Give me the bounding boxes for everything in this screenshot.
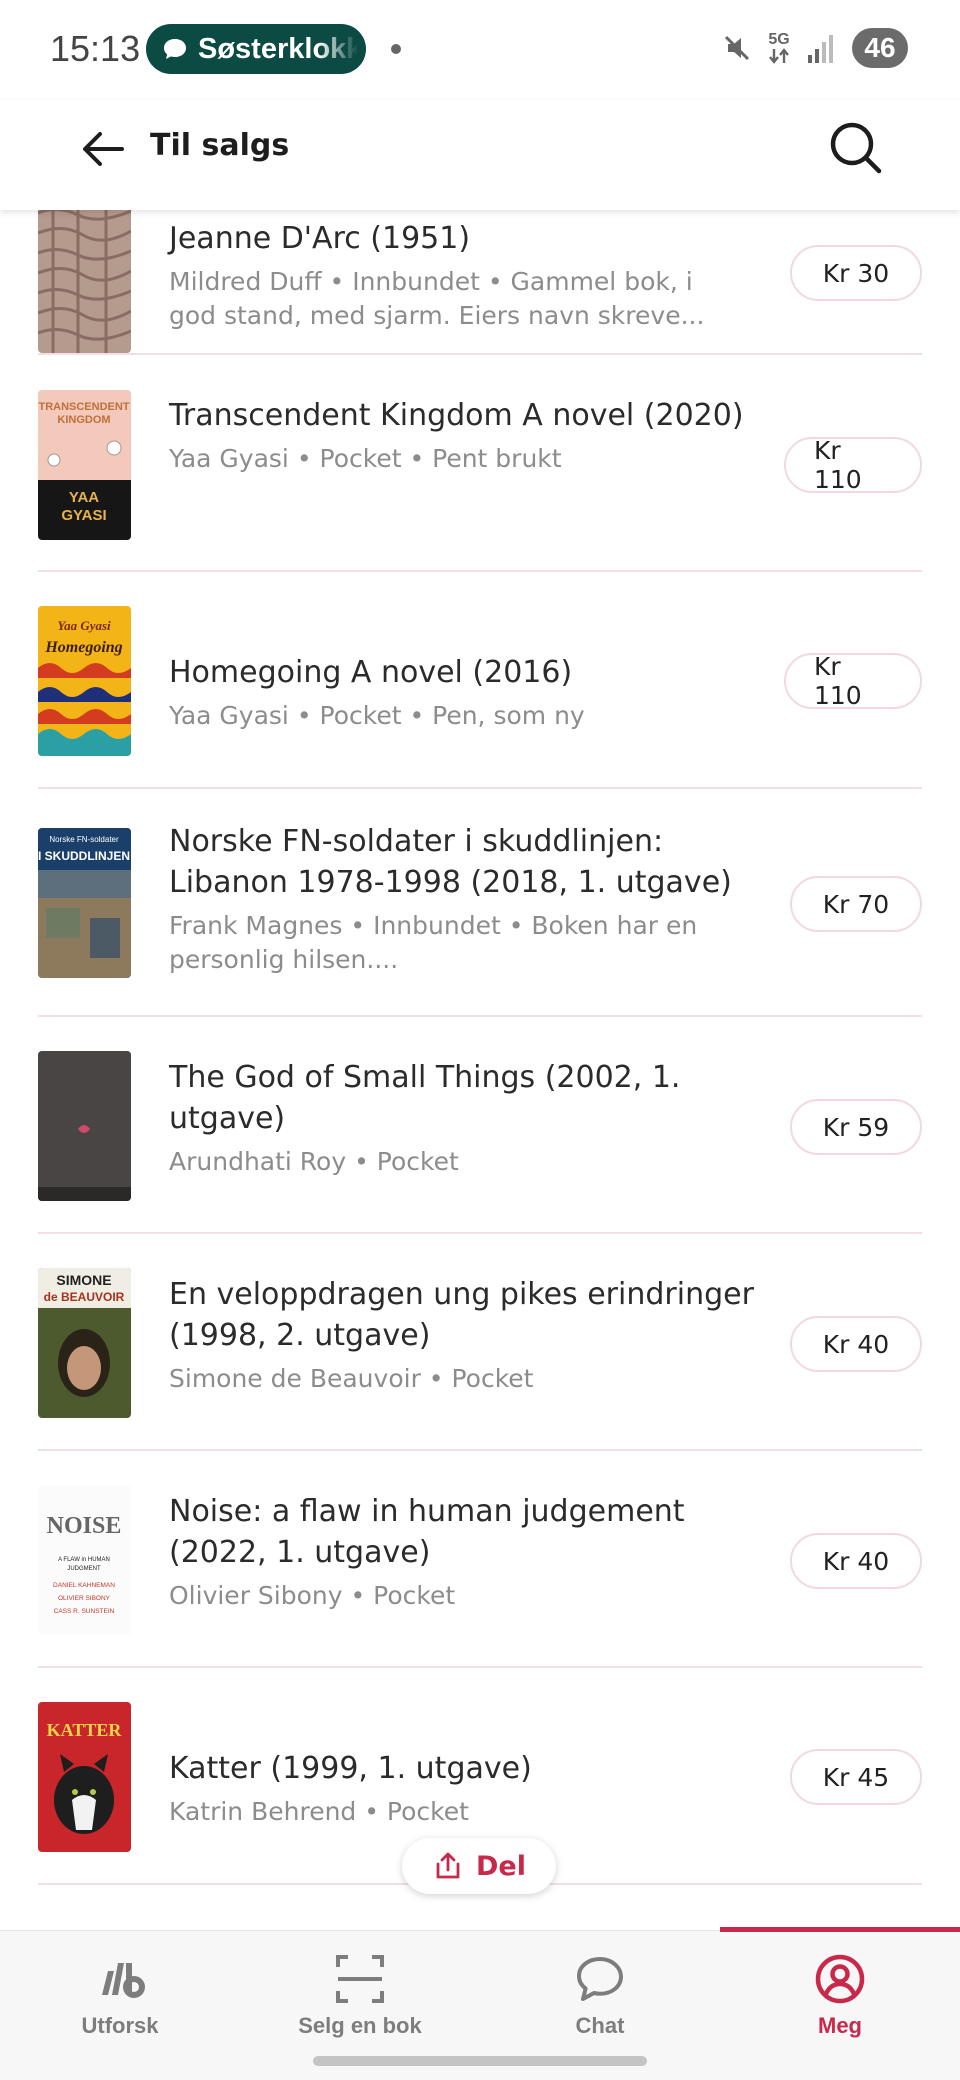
network-label: 5G bbox=[768, 31, 790, 48]
data-arrows-icon bbox=[769, 48, 789, 64]
chat-notification-icon bbox=[164, 39, 186, 59]
jeanne-darc-cover bbox=[38, 210, 131, 353]
app-header: Til salgs bbox=[0, 100, 960, 210]
cover-text: A FLAW in HUMAN bbox=[58, 1557, 110, 1563]
listing-text: Jeanne D'Arc (1951) Mildred Duff • Innbu… bbox=[169, 218, 759, 333]
status-time: 15:13 bbox=[50, 28, 141, 69]
listing-text: Norske FN-soldater i skuddlinjen: Libano… bbox=[169, 821, 759, 977]
cover-text: JUDGMENT bbox=[67, 1566, 101, 1572]
listing-meta: Olivier Sibony • Pocket bbox=[169, 1581, 456, 1610]
nav-item-utforsk[interactable]: Utforsk bbox=[0, 1931, 240, 2041]
listing-text: The God of Small Things (2002, 1. utgave… bbox=[169, 1057, 759, 1179]
transcendent-kingdom-cover: TRANSCENDENT KINGDOM YAA GYASI bbox=[38, 390, 131, 540]
listing-title: En veloppdragen ung pikes erindringer (1… bbox=[169, 1277, 754, 1353]
list-item[interactable]: Jeanne D'Arc (1951) Mildred Duff • Innbu… bbox=[38, 210, 922, 355]
listing-title: The God of Small Things (2002, 1. utgave… bbox=[169, 1060, 681, 1136]
nav-label: Selg en bok bbox=[298, 2013, 422, 2038]
listing-title: Norske FN-soldater i skuddlinjen: Libano… bbox=[169, 824, 732, 900]
list-item[interactable]: Yaa Gyasi Homegoing Homegoing A novel (2… bbox=[38, 572, 922, 789]
signal-icon bbox=[808, 35, 833, 63]
search-icon[interactable] bbox=[826, 118, 886, 178]
listing-text: Transcendent Kingdom A novel (2020) Yaa … bbox=[169, 395, 759, 476]
nav-item-chat[interactable]: Chat bbox=[480, 1931, 720, 2041]
cover-text: Yaa Gyasi bbox=[57, 618, 111, 633]
mute-icon bbox=[724, 35, 750, 61]
price-badge: Kr 70 bbox=[790, 876, 922, 932]
nav-label: Chat bbox=[575, 2013, 625, 2038]
cover-text: Norske FN-soldater bbox=[49, 835, 119, 844]
noise-cover: NOISE A FLAW in HUMAN JUDGMENT DANIEL KA… bbox=[38, 1485, 131, 1635]
battery-indicator: 46 bbox=[852, 28, 908, 68]
notification-dot bbox=[391, 44, 401, 54]
simone-de-beauvoir-cover: SIMONE de BEAUVOIR bbox=[38, 1268, 131, 1418]
cover-text: OLIVIER SIBONY bbox=[58, 1595, 111, 1602]
listing-title: Homegoing A novel (2016) bbox=[169, 655, 573, 690]
listing-title: Katter (1999, 1. utgave) bbox=[169, 1751, 532, 1786]
cover-text: YAA bbox=[69, 489, 99, 506]
notification-app-name: Søsterklokken bbox=[198, 32, 358, 65]
nav-item-selg-en-bok[interactable]: Selg en bok bbox=[240, 1931, 480, 2041]
price-badge: Kr 40 bbox=[790, 1316, 922, 1372]
chat-bubble-icon bbox=[577, 1957, 623, 2001]
god-of-small-things-cover bbox=[38, 1051, 131, 1201]
cover-text: Homegoing bbox=[44, 639, 122, 656]
share-button[interactable]: Del bbox=[402, 1838, 556, 1894]
listing-meta: Katrin Behrend • Pocket bbox=[169, 1797, 469, 1826]
listing-text: Noise: a flaw in human judgement (2022, … bbox=[169, 1491, 759, 1613]
listing-meta: Arundhati Roy • Pocket bbox=[169, 1147, 459, 1176]
cover-text: NOISE bbox=[47, 1513, 122, 1539]
listing-meta: Frank Magnes • Innbundet • Boken har en … bbox=[169, 911, 698, 974]
listing-meta: Mildred Duff • Innbundet • Gammel bok, i… bbox=[169, 267, 705, 330]
listing-meta: Simone de Beauvoir • Pocket bbox=[169, 1364, 534, 1393]
cover-text: SIMONE bbox=[56, 1272, 111, 1288]
cover-text: CASS R. SUNSTEIN bbox=[54, 1608, 115, 1615]
list-item[interactable]: SIMONE de BEAUVOIR En veloppdragen ung p… bbox=[38, 1234, 922, 1451]
homegoing-cover: Yaa Gyasi Homegoing bbox=[38, 606, 131, 756]
price-badge: Kr 40 bbox=[790, 1533, 922, 1589]
nav-item-meg[interactable]: Meg bbox=[720, 1931, 960, 2041]
home-indicator[interactable] bbox=[313, 2056, 647, 2066]
cover-text: de BEAUVOIR bbox=[44, 1290, 125, 1304]
cover-text: DANIEL KAHNEMAN bbox=[53, 1582, 115, 1589]
nav-label: Utforsk bbox=[81, 2013, 159, 2038]
price-badge: Kr 45 bbox=[790, 1749, 922, 1805]
listings-list[interactable]: Jeanne D'Arc (1951) Mildred Duff • Innbu… bbox=[0, 210, 960, 1930]
norske-fn-soldater-cover: Norske FN-soldater I SKUDDLINJEN bbox=[38, 828, 131, 978]
listing-meta: Yaa Gyasi • Pocket • Pen, som ny bbox=[169, 701, 585, 730]
listing-title: Noise: a flaw in human judgement (2022, … bbox=[169, 1494, 685, 1570]
list-item[interactable]: NOISE A FLAW in HUMAN JUDGMENT DANIEL KA… bbox=[38, 1451, 922, 1668]
cover-text: TRANSCENDENT bbox=[38, 401, 129, 413]
price-badge: Kr 110 bbox=[784, 652, 922, 710]
nav-label: Meg bbox=[818, 2013, 862, 2038]
network-indicator: 5G bbox=[768, 32, 790, 64]
logo-icon bbox=[102, 1963, 145, 1998]
listing-text: Katter (1999, 1. utgave) Katrin Behrend … bbox=[169, 1748, 759, 1829]
share-label: Del bbox=[476, 1850, 526, 1882]
cover-text: KATTER bbox=[47, 1720, 123, 1740]
listing-text: En veloppdragen ung pikes erindringer (1… bbox=[169, 1274, 759, 1396]
listing-meta: Yaa Gyasi • Pocket • Pent brukt bbox=[169, 444, 562, 473]
notification-pill[interactable]: Søsterklokken bbox=[146, 24, 366, 74]
listing-text: Homegoing A novel (2016) Yaa Gyasi • Poc… bbox=[169, 652, 759, 733]
price-badge: Kr 110 bbox=[784, 436, 922, 494]
status-icons: 5G 46 bbox=[720, 28, 908, 68]
status-bar: 15:13 Søsterklokken 5G 46 bbox=[0, 0, 960, 100]
listing-title: Transcendent Kingdom A novel (2020) bbox=[169, 398, 744, 433]
list-item[interactable]: The God of Small Things (2002, 1. utgave… bbox=[38, 1017, 922, 1234]
price-badge: Kr 30 bbox=[790, 245, 922, 301]
listing-title: Jeanne D'Arc (1951) bbox=[169, 221, 471, 256]
list-item[interactable]: Norske FN-soldater I SKUDDLINJEN Norske … bbox=[38, 789, 922, 1017]
list-item[interactable]: TRANSCENDENT KINGDOM YAA GYASI Transcend… bbox=[38, 355, 922, 572]
share-icon bbox=[436, 1852, 460, 1879]
price-badge: Kr 59 bbox=[790, 1099, 922, 1155]
back-arrow-icon[interactable] bbox=[78, 124, 128, 174]
katter-cover: KATTER bbox=[38, 1702, 131, 1852]
scan-icon bbox=[336, 1955, 384, 2003]
page-title: Til salgs bbox=[150, 128, 290, 163]
cover-text: I SKUDDLINJEN bbox=[38, 849, 130, 863]
profile-icon bbox=[815, 1954, 865, 2004]
cover-text: GYASI bbox=[61, 507, 106, 524]
cover-text: KINGDOM bbox=[57, 414, 110, 426]
